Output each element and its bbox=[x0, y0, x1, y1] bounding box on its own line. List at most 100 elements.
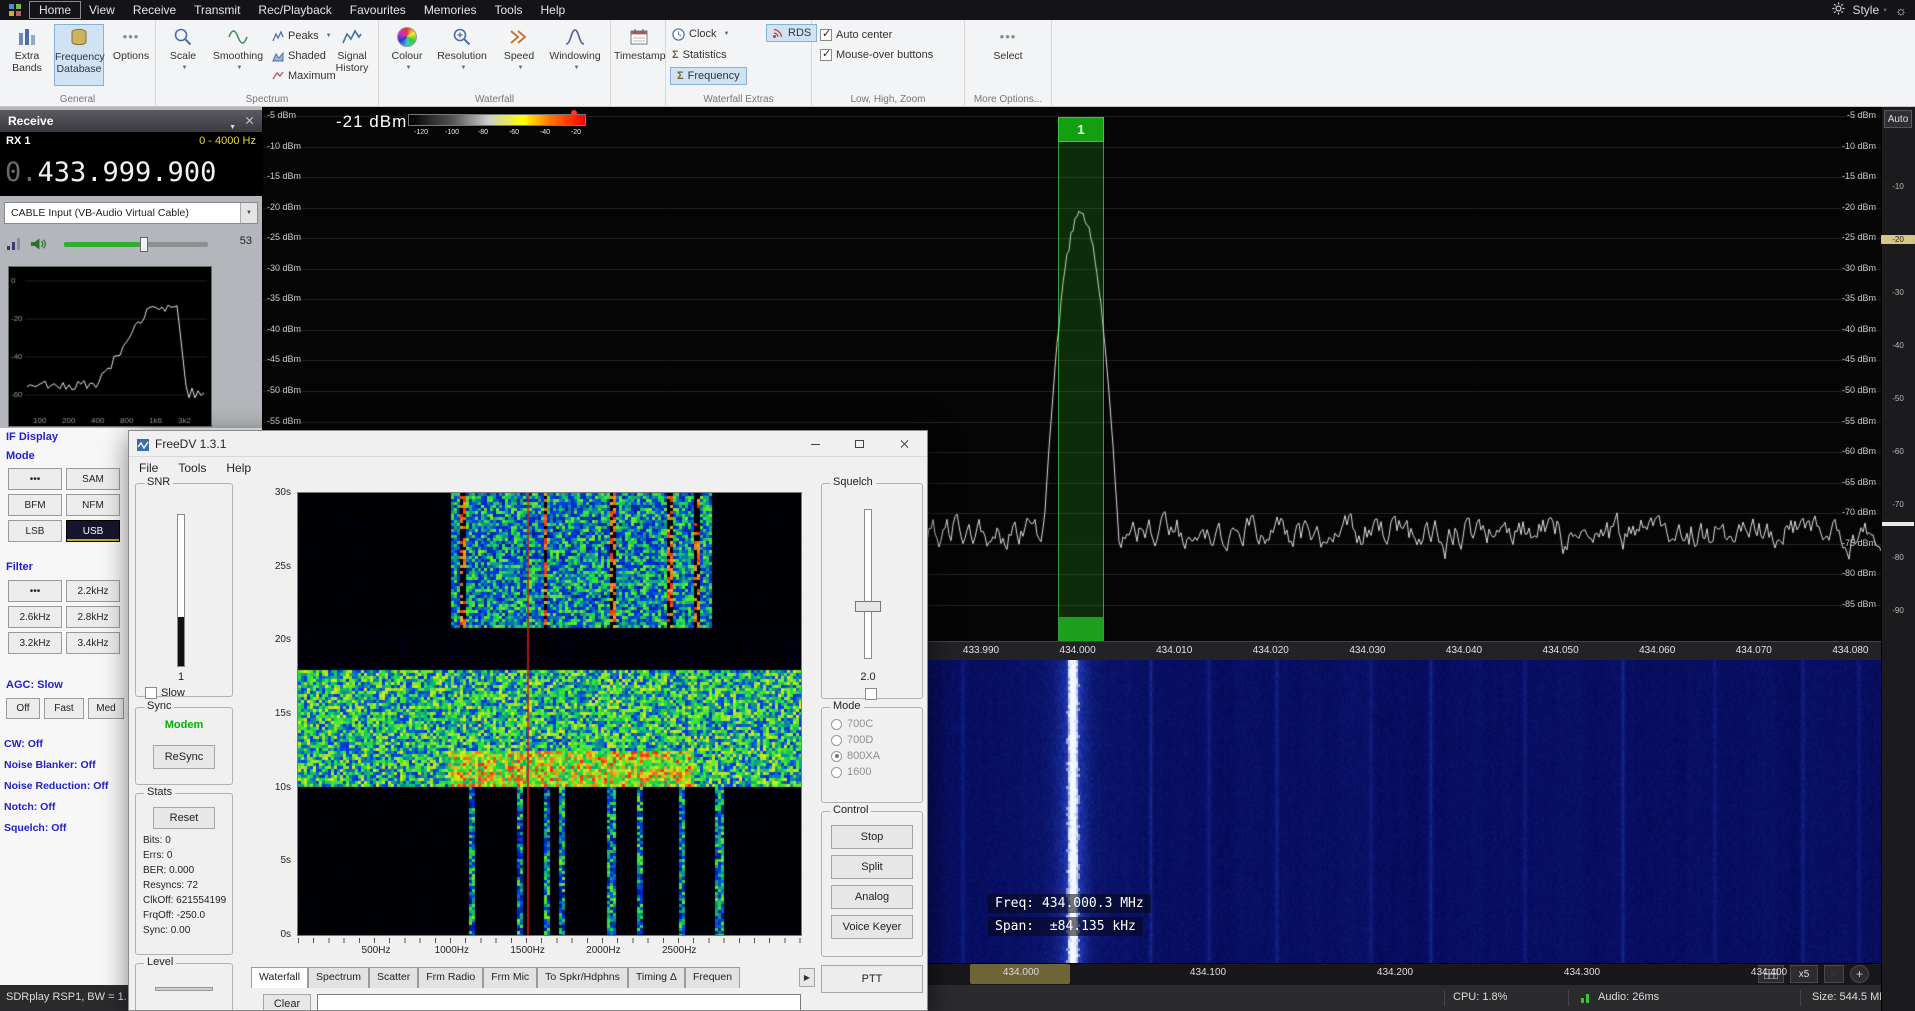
mode-button-nfm[interactable]: NFM bbox=[66, 494, 120, 516]
tab-spectrum[interactable]: Spectrum bbox=[308, 967, 369, 988]
control-button-analog[interactable]: Analog bbox=[831, 885, 913, 909]
tab-timing[interactable]: Timing Δ bbox=[628, 967, 685, 988]
volume-handle[interactable] bbox=[140, 237, 148, 252]
theme-icon[interactable] bbox=[1895, 3, 1907, 18]
mode-button-sam[interactable]: SAM bbox=[66, 468, 120, 490]
resync-button[interactable]: ReSync bbox=[153, 745, 215, 769]
menu-tools[interactable]: Tools bbox=[486, 2, 532, 18]
menu-transmit[interactable]: Transmit bbox=[185, 2, 249, 18]
statistics-button[interactable]: Statistics bbox=[672, 46, 727, 64]
clear-button[interactable]: Clear bbox=[263, 994, 311, 1011]
snr-slow-checkbox[interactable]: Slow bbox=[145, 687, 185, 699]
control-button-voice-keyer[interactable]: Voice Keyer bbox=[831, 915, 913, 939]
auto-center-checkbox[interactable]: Auto center bbox=[820, 26, 892, 44]
menu-rec-playback[interactable]: Rec/Playback bbox=[249, 2, 340, 18]
volume-slider[interactable] bbox=[64, 242, 208, 247]
agc-button-med[interactable]: Med bbox=[88, 698, 124, 719]
ptt-button[interactable]: PTT bbox=[821, 965, 923, 993]
squelch-slider-handle[interactable] bbox=[855, 601, 881, 612]
tab-to-spkr-hdphns[interactable]: To Spkr/Hdphns bbox=[537, 967, 628, 988]
shaded-button[interactable]: Shaded bbox=[272, 47, 326, 65]
tab-scroll-right-button[interactable] bbox=[799, 968, 815, 987]
waterfall-zoom-button[interactable] bbox=[1850, 965, 1869, 983]
agc-button-fast[interactable]: Fast bbox=[44, 698, 84, 719]
mode-button-[interactable]: ••• bbox=[8, 468, 62, 490]
menu-favourites[interactable]: Favourites bbox=[341, 2, 415, 18]
frequency-button[interactable]: Frequency bbox=[670, 67, 747, 85]
maximize-button[interactable] bbox=[837, 431, 881, 457]
menu-tools[interactable]: Tools bbox=[168, 458, 216, 478]
waterfall-zoom-level[interactable]: x5 bbox=[1790, 965, 1818, 983]
mouse-over-buttons-checkbox[interactable]: Mouse-over buttons bbox=[820, 46, 933, 64]
select-button[interactable]: Select bbox=[983, 24, 1033, 86]
tab-frequen[interactable]: Frequen bbox=[685, 967, 740, 988]
menu-view[interactable]: View bbox=[80, 2, 124, 18]
waterfall-scroll-button[interactable] bbox=[1824, 965, 1844, 983]
signal-highlight-band[interactable] bbox=[1058, 142, 1104, 641]
reset-button[interactable]: Reset bbox=[153, 807, 215, 829]
freedv-window[interactable]: FreeDV 1.3.1 File Tools Help SNR 1 Slow … bbox=[128, 430, 928, 1011]
agc-button-off[interactable]: Off bbox=[6, 698, 40, 719]
menu-home[interactable]: Home bbox=[30, 2, 80, 18]
mode-radio-800xa[interactable]: 800XA bbox=[831, 749, 880, 763]
mode-button-lsb[interactable]: LSB bbox=[8, 520, 62, 542]
peaks-button[interactable]: Peaks bbox=[272, 27, 332, 45]
colour-button[interactable]: Colour bbox=[385, 24, 429, 86]
tab-waterfall[interactable]: Waterfall bbox=[251, 967, 308, 988]
squelch-enable-checkbox[interactable] bbox=[865, 688, 877, 700]
filter-button-3-4khz[interactable]: 3.4kHz bbox=[66, 632, 120, 654]
mode-button-bfm[interactable]: BFM bbox=[8, 494, 62, 516]
smoothing-button[interactable]: Smoothing bbox=[208, 24, 268, 86]
menu-file[interactable]: File bbox=[129, 458, 168, 478]
control-button-stop[interactable]: Stop bbox=[831, 825, 913, 849]
mode-radio-1600[interactable]: 1600 bbox=[831, 765, 871, 779]
audio-output-select[interactable]: CABLE Input (VB-Audio Virtual Cable) ▼ bbox=[4, 202, 258, 224]
filter-button-[interactable]: ••• bbox=[8, 580, 62, 602]
resolution-button[interactable]: Resolution bbox=[431, 24, 493, 86]
speed-button[interactable]: Speed bbox=[495, 24, 543, 86]
tab-frm-radio[interactable]: Frm Radio bbox=[418, 967, 483, 988]
level-bars-icon[interactable] bbox=[6, 237, 22, 256]
level-slider[interactable] bbox=[155, 987, 213, 991]
filter-button-2-8khz[interactable]: 2.8kHz bbox=[66, 606, 120, 628]
rds-button[interactable]: RDS bbox=[766, 24, 817, 42]
frequency-display[interactable]: 0. 433.999.900 bbox=[0, 149, 262, 196]
freedv-titlebar[interactable]: FreeDV 1.3.1 bbox=[129, 431, 928, 457]
tab-scatter[interactable]: Scatter bbox=[369, 967, 418, 988]
mode-radio-700c[interactable]: 700C bbox=[831, 717, 873, 731]
maximum-button[interactable]: Maximum bbox=[272, 67, 336, 85]
gain-slider-handle[interactable] bbox=[1882, 522, 1914, 526]
options-button[interactable]: Options bbox=[106, 24, 156, 86]
menu-memories[interactable]: Memories bbox=[415, 2, 486, 18]
close-button[interactable] bbox=[881, 431, 928, 457]
signal-marker-badge[interactable]: 1 bbox=[1058, 117, 1104, 142]
filter-button-3-2khz[interactable]: 3.2kHz bbox=[8, 632, 62, 654]
minimize-button[interactable] bbox=[793, 431, 837, 457]
waterfall-color-legend[interactable] bbox=[408, 114, 586, 126]
filter-button-2-2khz[interactable]: 2.2kHz bbox=[66, 580, 120, 602]
extra-bands-button[interactable]: Extra Bands bbox=[2, 24, 52, 86]
auto-gain-button[interactable]: Auto bbox=[1884, 110, 1912, 128]
speaker-icon[interactable] bbox=[30, 237, 47, 256]
menu-help[interactable]: Help bbox=[216, 458, 261, 478]
gear-icon[interactable] bbox=[1832, 2, 1845, 18]
mode-radio-700d[interactable]: 700D bbox=[831, 733, 873, 747]
menu-help[interactable]: Help bbox=[532, 2, 575, 18]
mode-button-usb[interactable]: USB bbox=[66, 520, 120, 542]
tab-frm-mic[interactable]: Frm Mic bbox=[483, 967, 537, 988]
squelch-slider[interactable] bbox=[864, 509, 872, 659]
frequency-database-button[interactable]: Frequency Database bbox=[54, 24, 104, 86]
chevron-down-icon[interactable]: ▼ bbox=[240, 203, 257, 223]
control-button-split[interactable]: Split bbox=[831, 855, 913, 879]
signal-history-button[interactable]: Signal History bbox=[328, 24, 376, 86]
scale-button[interactable]: Scale bbox=[160, 24, 206, 86]
menu-receive[interactable]: Receive bbox=[124, 2, 185, 18]
snr-slider[interactable] bbox=[177, 514, 185, 667]
timestamp-button[interactable]: Timestamp bbox=[614, 24, 663, 86]
filter-button-2-6khz[interactable]: 2.6kHz bbox=[8, 606, 62, 628]
style-menu[interactable]: Style bbox=[1852, 3, 1888, 17]
windowing-button[interactable]: Windowing bbox=[545, 24, 605, 86]
text-entry-field[interactable] bbox=[317, 994, 801, 1011]
panel-close-icon[interactable] bbox=[245, 116, 254, 125]
clock-button[interactable]: Clock bbox=[672, 25, 729, 43]
